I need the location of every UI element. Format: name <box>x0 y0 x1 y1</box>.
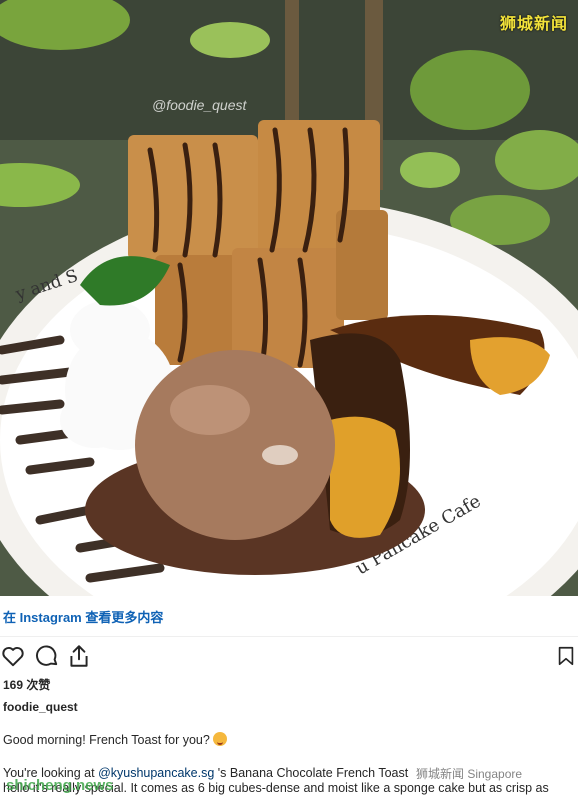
food-illustration: y and S u Pancake Cafe <box>0 0 578 596</box>
like-count[interactable]: 169 次赞 <box>3 676 50 693</box>
bookmark-icon[interactable] <box>555 643 577 669</box>
face-emoji-icon <box>212 732 227 746</box>
heart-icon[interactable] <box>0 643 26 669</box>
action-bar <box>0 640 578 672</box>
caption-rest: 's Banana Chocolate French Toast <box>214 766 409 780</box>
photo-handle-overlay: @foodie_quest <box>152 97 247 113</box>
post-photo[interactable]: y and S u Pancake Cafe 狮城新闻 @foodie_ques… <box>0 0 578 596</box>
wechat-watermark: 狮城新闻 Singapore <box>416 767 523 781</box>
caption-greeting: Good morning! French Toast for you? <box>3 733 210 747</box>
site-watermark: shicheng.news <box>6 777 114 794</box>
share-icon[interactable] <box>66 643 92 669</box>
view-more-link[interactable]: 在 Instagram 查看更多内容 <box>3 607 163 626</box>
top-watermark: 狮城新闻 <box>499 16 568 33</box>
caption-line-1: Good morning! French Toast for you? <box>3 732 227 747</box>
mention-link[interactable]: @kyushupancake.sg <box>98 766 214 780</box>
comment-icon[interactable] <box>34 643 60 669</box>
post-username[interactable]: foodie_quest <box>3 700 78 714</box>
view-more-on-instagram[interactable]: 在 Instagram 查看更多内容 <box>0 597 578 637</box>
